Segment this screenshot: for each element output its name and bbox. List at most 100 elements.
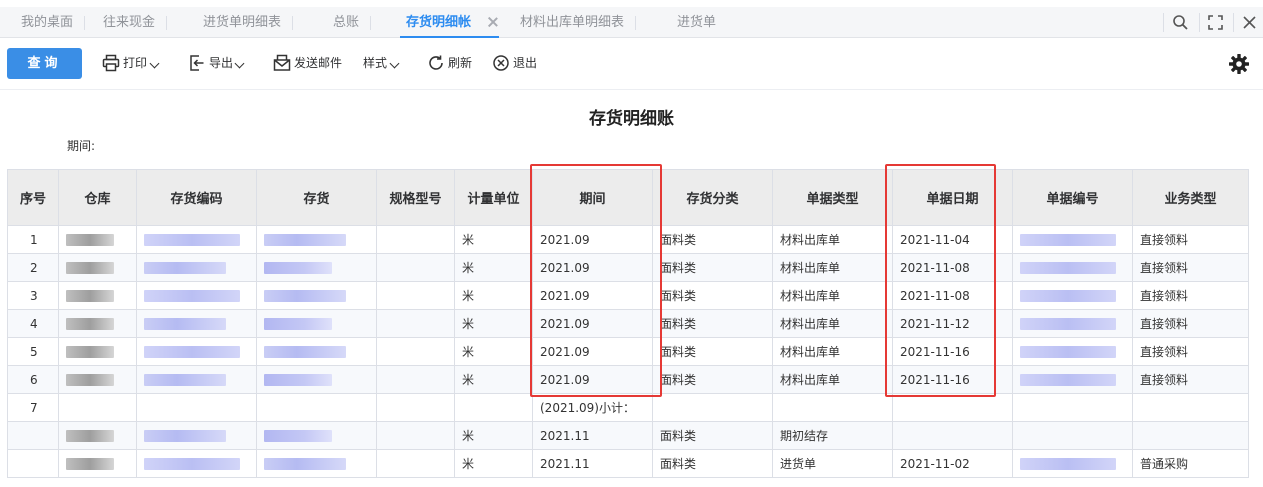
biz-type-cell: 普通采购 [1132,449,1249,478]
row-index: 3 [7,281,59,310]
row-index: 7 [7,393,59,422]
unit-cell: 米 [454,421,533,450]
table-row[interactable]: 6 米 2021.09 面料类 材料出库单 2021-11-16 直接领料 [7,365,1249,394]
item-code-cell [136,449,257,478]
tab-inventory-detail[interactable]: 存货明细帐 [399,7,500,38]
item-cell [256,365,377,394]
table-row[interactable]: 5 米 2021.09 面料类 材料出库单 2021-11-16 直接领料 [7,337,1249,366]
print-button[interactable]: 打印 [102,51,160,75]
period-cell: 2021.09 [532,337,653,366]
column-header[interactable]: 存货 [256,169,377,226]
column-header[interactable]: 仓库 [58,169,137,226]
column-header[interactable]: 存货分类 [652,169,773,226]
search-icon[interactable] [1172,14,1189,31]
chevron-down-icon [149,58,160,69]
period-cell: 2021.11 [532,449,653,478]
table-row[interactable]: 4 米 2021.09 面料类 材料出库单 2021-11-12 直接领料 [7,309,1249,338]
unit-cell: 米 [454,365,533,394]
close-icon[interactable] [487,16,499,28]
inventory-detail-table: 序号 仓库 存货编码 存货 规格型号 计量单位 期间 存货分类 单据类型 单据日… [7,169,1249,478]
category-cell: 面料类 [652,421,773,450]
doc-type-cell: 材料出库单 [772,225,893,254]
column-header[interactable]: 期间 [532,169,653,226]
tab-material-outbound[interactable]: 材料出库单明细表 [520,7,637,38]
tab-general-ledger[interactable]: 总账 [333,7,372,38]
toolbar: 查询 打印 导出 发送邮件 样式 刷新 退出 [0,38,1263,90]
mail-icon [273,54,291,71]
column-header[interactable]: 业务类型 [1132,169,1249,226]
doc-type-cell [772,393,893,422]
period-cell: 2021.09 [532,309,653,338]
printer-icon [102,54,120,72]
report-title: 存货明细账 [589,109,674,129]
item-code-cell [136,337,257,366]
gear-icon[interactable] [1228,53,1250,75]
export-button[interactable]: 导出 [188,51,246,75]
spec-cell [376,365,455,394]
table-row[interactable]: 米 2021.11 面料类 进货单 2021-11-02 普通采购 [7,449,1249,478]
category-cell: 面料类 [652,253,773,282]
query-button[interactable]: 查询 [7,48,82,79]
column-header[interactable]: 单据日期 [892,169,1013,226]
tab-purchase-detail[interactable]: 进货单明细表 [203,7,294,38]
tab-label: 材料出库单明细表 [520,15,625,30]
close-window-icon[interactable] [1241,14,1258,31]
doc-date-cell: 2021-11-12 [892,309,1013,338]
item-cell [256,281,377,310]
table-row[interactable]: 米 2021.11 面料类 期初结存 [7,421,1249,450]
item-cell [256,449,377,478]
item-cell [256,337,377,366]
column-header[interactable]: 单据编号 [1012,169,1133,226]
column-header[interactable]: 序号 [7,169,59,226]
warehouse-cell [58,309,137,338]
subtotal-row[interactable]: 7 (2021.09)小计： [7,393,1249,422]
tab-purchase-order[interactable]: 进货单 [677,7,716,38]
exit-button[interactable]: 退出 [492,51,540,75]
doc-date-cell: 2021-11-08 [892,253,1013,282]
biz-type-cell: 直接领料 [1132,225,1249,254]
tab-label: 存货明细帐 [406,15,472,30]
spec-cell [376,253,455,282]
doc-date-cell: 2021-11-16 [892,337,1013,366]
tab-label: 我的桌面 [21,15,74,30]
unit-cell: 米 [454,449,533,478]
doc-number-cell [1012,449,1133,478]
spec-cell [376,309,455,338]
doc-type-cell: 材料出库单 [772,337,893,366]
warehouse-cell [58,337,137,366]
biz-type-cell: 直接领料 [1132,253,1249,282]
tab-cash[interactable]: 往来现金 [103,7,168,38]
doc-number-cell [1012,281,1133,310]
refresh-button[interactable]: 刷新 [427,51,475,75]
spec-cell [376,421,455,450]
category-cell: 面料类 [652,281,773,310]
unit-cell: 米 [454,225,533,254]
column-header[interactable]: 规格型号 [376,169,455,226]
fullscreen-icon[interactable] [1207,14,1224,31]
period-cell: 2021.09 [532,281,653,310]
column-header[interactable]: 存货编码 [136,169,257,226]
style-dropdown[interactable]: 样式 [363,51,403,75]
send-mail-button[interactable]: 发送邮件 [273,51,345,75]
item-cell [256,421,377,450]
column-header[interactable]: 单据类型 [772,169,893,226]
category-cell: 面料类 [652,449,773,478]
biz-type-cell: 直接领料 [1132,309,1249,338]
item-code-cell [136,309,257,338]
table-row[interactable]: 3 米 2021.09 面料类 材料出库单 2021-11-08 直接领料 [7,281,1249,310]
table-row[interactable]: 2 米 2021.09 面料类 材料出库单 2021-11-08 直接领料 [7,253,1249,282]
column-header[interactable]: 计量单位 [454,169,533,226]
category-cell: 面料类 [652,225,773,254]
spec-cell [376,281,455,310]
period-label: 期间: [67,139,96,153]
category-cell [652,393,773,422]
row-index: 5 [7,337,59,366]
unit-cell: 米 [454,309,533,338]
doc-date-cell: 2021-11-04 [892,225,1013,254]
item-cell [256,225,377,254]
doc-type-cell: 材料出库单 [772,281,893,310]
doc-number-cell [1012,309,1133,338]
tab-desktop[interactable]: 我的桌面 [21,7,86,38]
tab-bar: 我的桌面 往来现金 进货单明细表 总账 存货明细帐 材料出库单明细表 进货单 [0,7,1263,38]
table-row[interactable]: 1 米 2021.09 面料类 材料出库单 2021-11-04 直接领料 [7,225,1249,254]
